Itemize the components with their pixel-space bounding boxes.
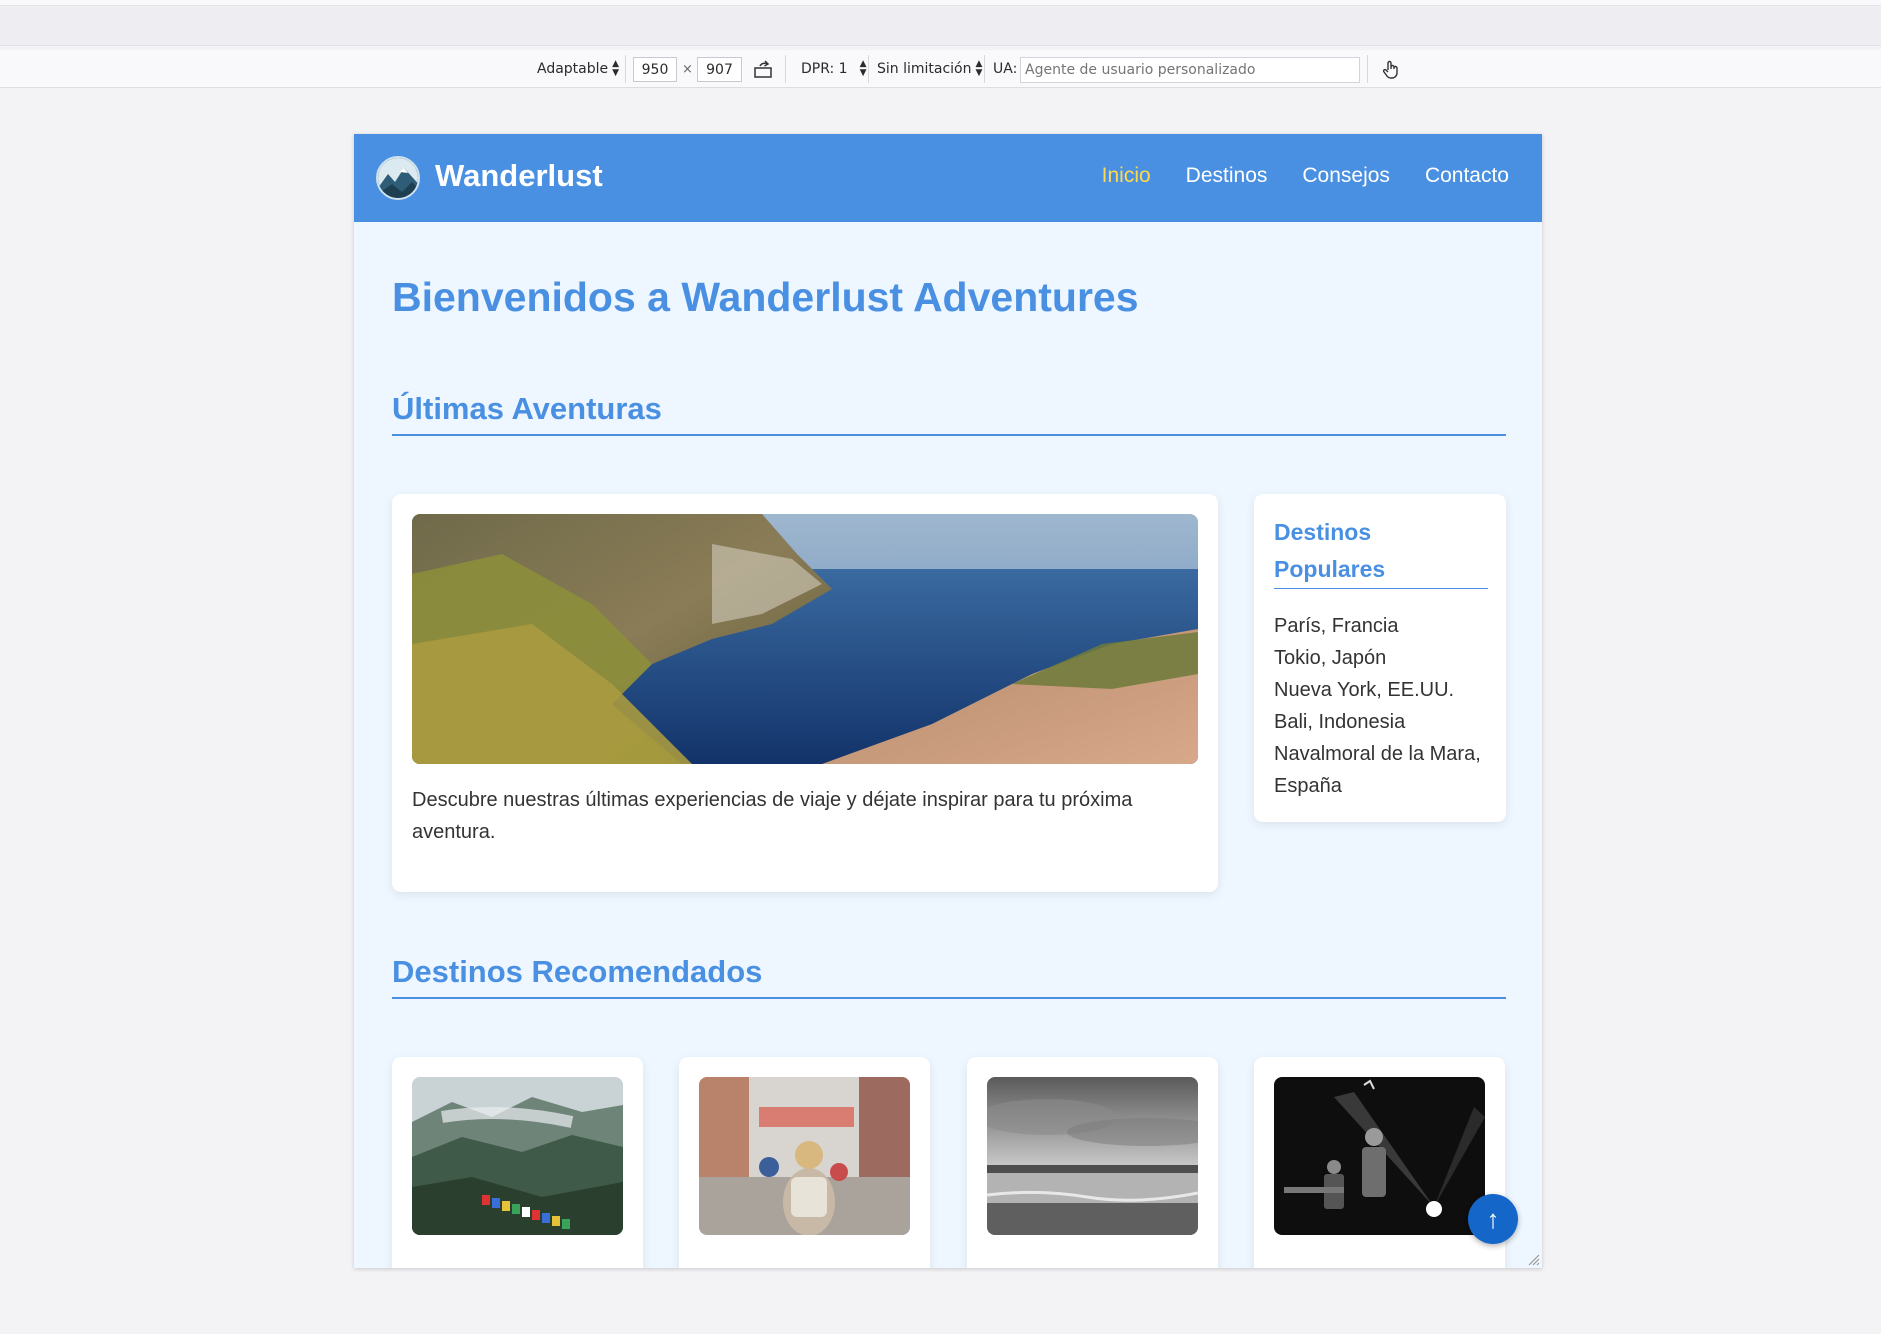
- list-item[interactable]: París, Francia: [1274, 610, 1496, 642]
- responsive-toolbar: Adaptable ▲ ▼ 950 × 907 DPR: 1 ▲ ▼ Sin limit…: [0, 50, 1881, 88]
- site-header: Wanderlust Inicio Destinos Consejos Cont…: [354, 134, 1542, 222]
- height-input[interactable]: 907: [697, 57, 742, 82]
- bw-concert-image: [1274, 1077, 1485, 1235]
- devtools-top-bar: [0, 0, 1881, 46]
- latest-section-title: Últimas Aventuras: [392, 391, 662, 426]
- main-nav: Inicio Destinos Consejos Contacto: [1102, 164, 1509, 188]
- section-divider: [392, 434, 1506, 436]
- arrow-up-icon: ↑: [1486, 1203, 1500, 1234]
- popular-destinations-title: Destinos Populares: [1274, 519, 1386, 582]
- mountain-prayer-flags-image: [412, 1077, 623, 1235]
- coastline-image: [412, 514, 1198, 764]
- divider: [984, 55, 985, 83]
- street-market-image: [699, 1077, 910, 1235]
- rotate-button[interactable]: [752, 50, 774, 88]
- section-divider: [1274, 588, 1488, 589]
- touch-icon: [1382, 60, 1398, 79]
- destination-card[interactable]: [967, 1057, 1218, 1268]
- list-item[interactable]: Tokio, Japón: [1274, 642, 1496, 674]
- device-select[interactable]: Adaptable ▲ ▼: [537, 50, 619, 88]
- dpr-label: DPR: 1: [801, 61, 848, 77]
- width-input[interactable]: 950: [633, 57, 677, 82]
- nav-link-consejos[interactable]: Consejos: [1302, 164, 1390, 188]
- destination-card[interactable]: [1254, 1057, 1505, 1268]
- destination-card[interactable]: [679, 1057, 930, 1268]
- page-title: Bienvenidos a Wanderlust Adventures: [392, 274, 1139, 320]
- divider: [785, 55, 786, 83]
- rotate-icon: [754, 60, 772, 78]
- scroll-to-top-button[interactable]: ↑: [1468, 1194, 1518, 1244]
- divider: [1367, 55, 1368, 83]
- recommended-section-title: Destinos Recomendados: [392, 954, 763, 989]
- throttle-label: Sin limitación: [877, 61, 972, 77]
- list-item[interactable]: Nueva York, EE.UU.: [1274, 674, 1496, 706]
- dimension-separator: ×: [682, 61, 693, 77]
- user-agent-input[interactable]: [1020, 57, 1360, 83]
- dpr-select[interactable]: DPR: 1 ▲ ▼: [801, 50, 867, 88]
- device-select-label: Adaptable: [537, 61, 609, 77]
- chevron-updown-icon: ▲ ▼: [612, 59, 620, 78]
- popular-destinations-list: París, Francia Tokio, Japón Nueva York, …: [1274, 610, 1496, 802]
- destination-card[interactable]: [392, 1057, 643, 1268]
- nav-link-destinos[interactable]: Destinos: [1186, 164, 1268, 188]
- site-brand[interactable]: Wanderlust: [435, 158, 603, 194]
- list-item[interactable]: Navalmoral de la Mara, España: [1274, 738, 1496, 802]
- list-item[interactable]: Bali, Indonesia: [1274, 706, 1496, 738]
- logo-mountain-icon: [378, 158, 418, 198]
- page-viewport: Wanderlust Inicio Destinos Consejos Cont…: [354, 134, 1542, 1268]
- latest-adventure-card: Descubre nuestras últimas experiencias d…: [392, 494, 1218, 892]
- site-logo[interactable]: [376, 156, 420, 200]
- ua-label: UA:: [993, 61, 1018, 77]
- touch-simulation-button[interactable]: [1380, 50, 1402, 88]
- bw-beach-image: [987, 1077, 1198, 1235]
- latest-adventure-text: Descubre nuestras últimas experiencias d…: [412, 789, 1133, 843]
- chevron-updown-icon: ▲ ▼: [859, 59, 867, 78]
- section-divider: [392, 997, 1506, 999]
- nav-link-inicio[interactable]: Inicio: [1102, 164, 1151, 188]
- resize-grip-icon[interactable]: [1526, 1252, 1540, 1266]
- nav-link-contacto[interactable]: Contacto: [1425, 164, 1509, 188]
- popular-destinations-card: Destinos Populares París, Francia Tokio,…: [1254, 494, 1506, 822]
- divider: [625, 55, 626, 83]
- divider: [868, 55, 869, 83]
- throttle-select[interactable]: Sin limitación ▲ ▼: [877, 50, 982, 88]
- chevron-updown-icon: ▲ ▼: [975, 59, 983, 78]
